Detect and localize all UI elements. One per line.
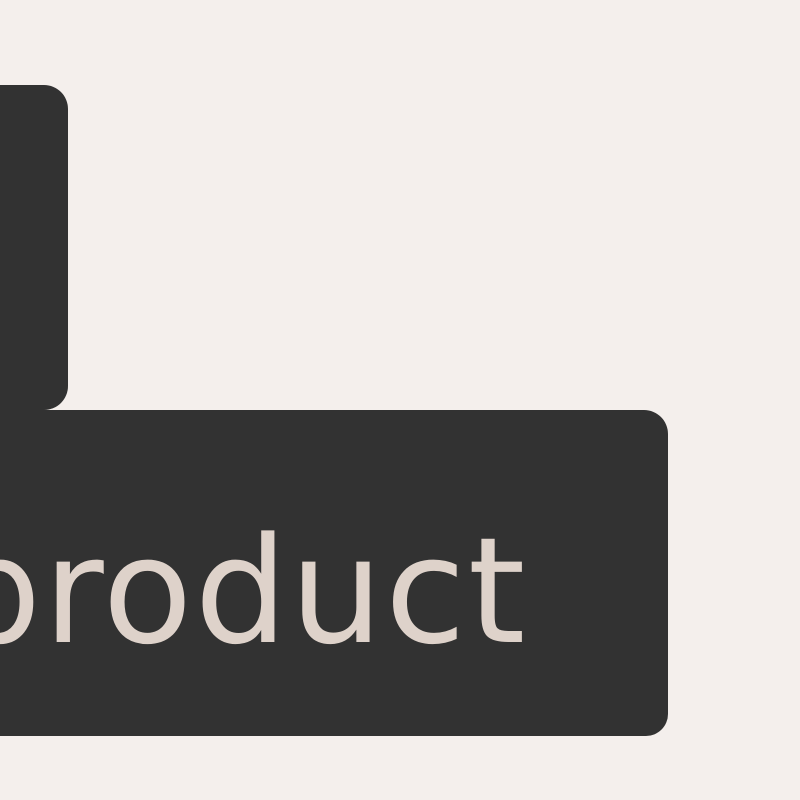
cropped-tag-view: product — [0, 0, 800, 800]
product-tag-label: product — [0, 506, 528, 677]
product-tag[interactable]: product — [0, 410, 668, 736]
dark-tag-upper-segment — [0, 85, 68, 410]
